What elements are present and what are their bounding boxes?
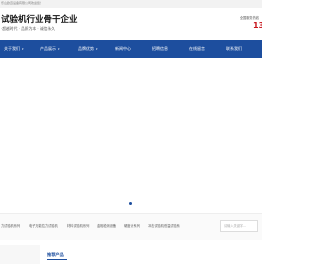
brand-slogan: ·超越时代 · 品质为本 · 诚信永久 bbox=[1, 26, 56, 31]
nav-item-news[interactable]: 新闻中心 bbox=[115, 40, 131, 58]
nav-item-contact[interactable]: 联系我们 bbox=[226, 40, 242, 58]
brand-name: 试验机行业骨干企业 bbox=[1, 15, 78, 25]
nav-item-jobs[interactable]: 招聘信息 bbox=[152, 40, 168, 58]
main-nav: 关于我们 ▾ 产品展示 ▾ 品牌优势 ▾ 新闻中心 招聘信息 在线留言 联系我们 bbox=[0, 40, 262, 58]
welcome-text: 乐山欧迈设备有限公司欢迎您！ bbox=[1, 1, 44, 5]
slider-dot[interactable] bbox=[129, 202, 132, 205]
hero-banner bbox=[0, 58, 262, 213]
nav-item-label: 产品展示 bbox=[40, 46, 56, 51]
nav-item-label: 联系我们 bbox=[226, 46, 242, 51]
nav-item-label: 新闻中心 bbox=[115, 46, 131, 51]
category-link[interactable]: 硬度计系列 bbox=[124, 224, 140, 229]
nav-item-about[interactable]: 关于我们 ▾ bbox=[4, 40, 24, 58]
chevron-down-icon: ▾ bbox=[22, 47, 24, 51]
section-underline bbox=[47, 259, 67, 260]
category-link[interactable]: 金相检测设备 bbox=[97, 224, 116, 229]
category-link[interactable]: 电子万能拉力试验机 bbox=[29, 224, 58, 229]
nav-item-label: 招聘信息 bbox=[152, 46, 168, 51]
chevron-down-icon: ▾ bbox=[58, 47, 60, 51]
nav-item-label: 关于我们 bbox=[4, 46, 20, 51]
category-link[interactable]: 力试验机系列 bbox=[1, 224, 20, 229]
nav-item-message[interactable]: 在线留言 bbox=[189, 40, 205, 58]
category-link[interactable]: 冲击试验机低温试验系 bbox=[148, 224, 180, 229]
section-title: 推荐产品 bbox=[47, 252, 64, 257]
hotline-number: 13 bbox=[253, 21, 262, 30]
chevron-down-icon: ▾ bbox=[96, 47, 98, 51]
nav-item-label: 品牌优势 bbox=[78, 46, 94, 51]
nav-item-label: 在线留言 bbox=[189, 46, 205, 51]
hotline-label: 全国服务热线 bbox=[239, 16, 259, 20]
search-input[interactable] bbox=[220, 220, 258, 232]
side-panel bbox=[0, 245, 40, 264]
nav-item-advantages[interactable]: 品牌优势 ▾ bbox=[78, 40, 98, 58]
nav-item-products[interactable]: 产品展示 ▾ bbox=[40, 40, 60, 58]
category-link[interactable]: 材料试验机系列 bbox=[67, 224, 89, 229]
top-bar: 乐山欧迈设备有限公司欢迎您！ bbox=[0, 0, 262, 8]
